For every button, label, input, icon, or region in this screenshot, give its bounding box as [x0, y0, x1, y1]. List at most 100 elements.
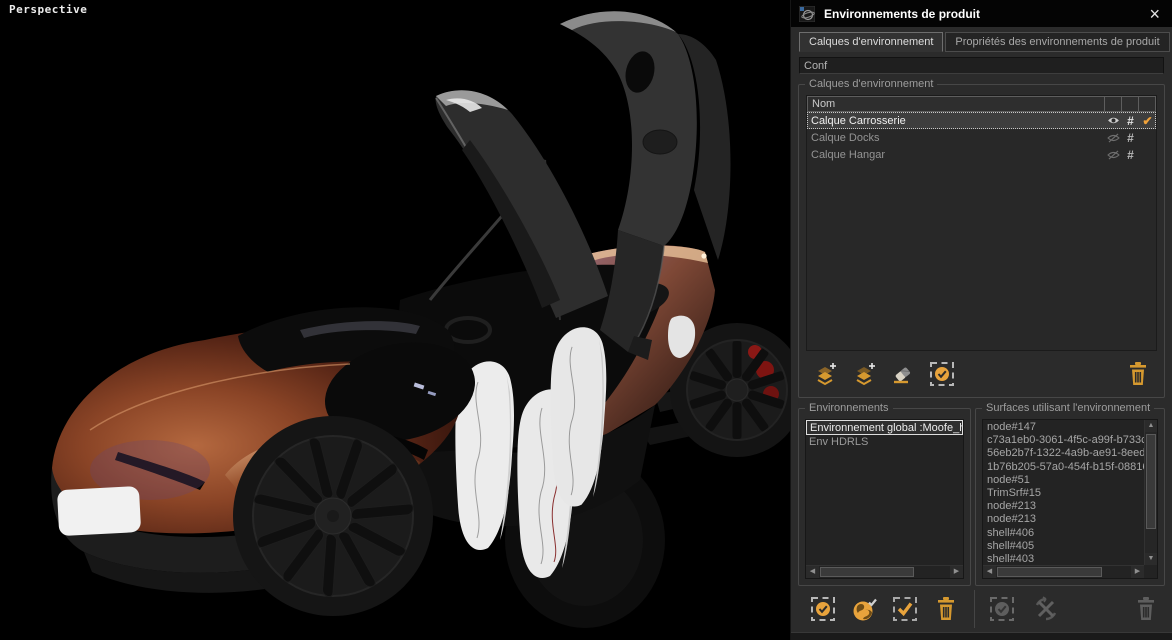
surface-item[interactable]: 56eb2b7f-1322-4a9b-ae91-8eeda494	[987, 447, 1144, 460]
clear-assignment-button[interactable]	[889, 360, 917, 388]
environments-toolbar	[809, 592, 967, 626]
tab-proprietes-environnements[interactable]: Propriétés des environnements de produit	[945, 32, 1169, 52]
scroll-left-button[interactable]: ◀	[806, 566, 819, 578]
select-environment-objects-button[interactable]	[809, 595, 837, 623]
environments-panel-icon	[799, 6, 815, 22]
select-check-circle-icon-disabled	[988, 595, 1016, 623]
scroll-up-button[interactable]: ▲	[1145, 420, 1157, 432]
surface-item[interactable]: c73a1eb0-3061-4f5c-a99f-b733c922	[987, 434, 1144, 447]
surfaces-list: node#147 c73a1eb0-3061-4f5c-a99f-b733c92…	[982, 419, 1158, 579]
hash-icon[interactable]: #	[1122, 148, 1139, 162]
front-wheel	[233, 416, 433, 616]
select-check-circle-icon	[809, 595, 837, 623]
eye-slash-icon	[1107, 150, 1120, 160]
panel-bottom-strip	[791, 632, 1172, 640]
scrollbar-thumb[interactable]	[820, 567, 914, 577]
license-plate	[57, 486, 141, 536]
surface-item[interactable]: node#147	[987, 421, 1144, 434]
cross-circle-icon-disabled	[1032, 595, 1060, 623]
viewport-label[interactable]: Perspective	[9, 3, 87, 16]
surface-item[interactable]: TrimSrf#15	[987, 487, 1144, 500]
scrollbar-thumb[interactable]	[1146, 434, 1156, 529]
environments-group-legend: Environnements	[805, 402, 893, 414]
scroll-right-button[interactable]: ▶	[1131, 566, 1144, 578]
toolbar-divider	[974, 590, 975, 628]
layer-name: Calque Carrosserie	[807, 115, 1105, 127]
globe-check-icon	[851, 596, 878, 623]
hash-icon[interactable]: #	[1122, 114, 1139, 128]
active-check-icon[interactable]: ✔	[1139, 115, 1156, 127]
car-render	[0, 0, 790, 640]
surface-item[interactable]: shell#403	[987, 553, 1144, 565]
environments-hscrollbar[interactable]: ◀ ▶	[806, 565, 963, 578]
surface-item[interactable]: node#213	[987, 500, 1144, 513]
add-environment-layer-button[interactable]	[811, 360, 839, 388]
environments-list: Environnement global :Moofe_hangar Env H…	[805, 419, 964, 579]
select-check-circle-icon	[928, 360, 956, 388]
tab-calques-environnement[interactable]: Calques d'environnement	[799, 32, 943, 52]
trash-icon-disabled	[1135, 596, 1157, 622]
surfaces-toolbar	[988, 592, 1160, 626]
surface-item[interactable]: 1b76b205-57a0-454f-b15f-088169e0	[987, 461, 1144, 474]
delete-surface-button-disabled[interactable]	[1132, 595, 1160, 623]
delete-environment-button[interactable]	[932, 595, 960, 623]
layers-toolbar	[811, 358, 1152, 390]
eye-icon	[1107, 116, 1120, 125]
eraser-icon	[890, 361, 916, 387]
layers-table-header: Nom	[807, 96, 1156, 112]
application-window: Perspective	[0, 0, 1172, 640]
column-header-hash[interactable]	[1122, 96, 1139, 112]
environments-panel: Environnements de produit × Calques d'en…	[790, 0, 1172, 640]
surfaces-vscrollbar[interactable]: ▲ ▼	[1144, 420, 1157, 565]
scrollbar-thumb[interactable]	[997, 567, 1102, 577]
column-header-visibility[interactable]	[1105, 96, 1122, 112]
scrollbar-track[interactable]	[996, 566, 1131, 578]
layer-row-docks[interactable]: Calque Docks #	[807, 129, 1156, 146]
column-header-active[interactable]	[1139, 96, 1156, 112]
layer-name: Calque Hangar	[807, 149, 1105, 161]
surfaces-group-legend: Surfaces utilisant l'environnement	[982, 402, 1154, 414]
environment-item-hdrls[interactable]: Env HDRLS	[806, 435, 963, 450]
select-surface-objects-button-disabled[interactable]	[988, 595, 1016, 623]
add-sublayer-icon	[851, 361, 877, 387]
select-layer-objects-button[interactable]	[928, 360, 956, 388]
trash-icon	[1127, 361, 1149, 387]
surface-item[interactable]: node#213	[987, 513, 1144, 526]
visibility-toggle[interactable]	[1105, 133, 1122, 143]
visibility-toggle[interactable]	[1105, 150, 1122, 160]
panel-titlebar[interactable]: Environnements de produit ×	[791, 0, 1172, 27]
surface-item[interactable]: node#51	[987, 474, 1144, 487]
set-global-environment-button[interactable]	[850, 595, 878, 623]
scrollbar-track[interactable]	[819, 566, 950, 578]
environments-group: Environnements Environnement global :Moo…	[798, 408, 971, 586]
trash-icon	[935, 596, 957, 622]
close-icon[interactable]: ×	[1145, 7, 1164, 21]
layers-table: Nom Calque Carrosserie # ✔ Calque Docks	[806, 95, 1157, 351]
layers-group-legend: Calques d'environnement	[805, 78, 937, 90]
conf-field[interactable]: Conf	[799, 57, 1164, 74]
add-layer-icon	[812, 361, 838, 387]
visibility-toggle[interactable]	[1105, 116, 1122, 125]
layer-row-carrosserie[interactable]: Calque Carrosserie # ✔	[807, 112, 1156, 129]
layers-group: Calques d'environnement Nom Calque Carro…	[798, 84, 1165, 398]
surface-item[interactable]: shell#405	[987, 540, 1144, 553]
panel-tabbar: Calques d'environnement Propriétés des e…	[799, 32, 1164, 52]
surfaces-items: node#147 c73a1eb0-3061-4f5c-a99f-b733c92…	[983, 420, 1144, 565]
layer-row-hangar[interactable]: Calque Hangar #	[807, 146, 1156, 163]
surface-item[interactable]: shell#406	[987, 527, 1144, 540]
column-header-nom[interactable]: Nom	[807, 96, 1105, 112]
scroll-left-button[interactable]: ◀	[983, 566, 996, 578]
remove-surface-assignment-button-disabled[interactable]	[1032, 595, 1060, 623]
scroll-right-button[interactable]: ▶	[950, 566, 963, 578]
apply-environment-button[interactable]	[891, 595, 919, 623]
layers-table-empty-area[interactable]	[807, 163, 1156, 350]
environment-item-global[interactable]: Environnement global :Moofe_hangar	[806, 420, 963, 435]
surfaces-hscrollbar[interactable]: ◀ ▶	[983, 565, 1144, 578]
viewport-3d[interactable]: Perspective	[0, 0, 790, 640]
delete-layer-button[interactable]	[1124, 360, 1152, 388]
hash-icon[interactable]: #	[1122, 131, 1139, 145]
surfaces-group: Surfaces utilisant l'environnement node#…	[975, 408, 1165, 586]
add-environment-sublayer-button[interactable]	[850, 360, 878, 388]
scroll-down-button[interactable]: ▼	[1145, 553, 1157, 565]
layer-name: Calque Docks	[807, 132, 1105, 144]
